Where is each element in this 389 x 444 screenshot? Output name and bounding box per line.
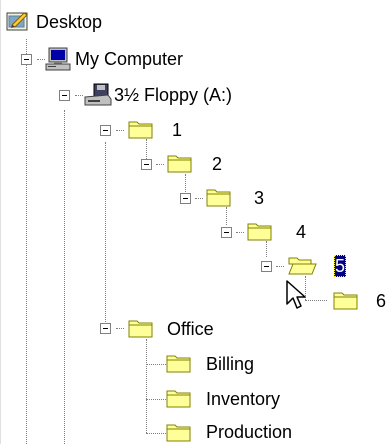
collapse-toggle-folder-1[interactable]	[100, 125, 111, 136]
tree-left-edge	[0, 0, 1, 444]
tree-line	[64, 110, 65, 444]
open-folder-icon	[288, 257, 317, 275]
folder-icon	[333, 292, 358, 310]
tree-line	[75, 95, 83, 96]
folder-tree: Desktop My Computer 3½ Floppy (A:) 1 2 3…	[0, 0, 389, 444]
collapse-toggle-office[interactable]	[100, 323, 111, 334]
tree-item-label: Desktop	[36, 12, 103, 32]
tree-item-label: 3	[254, 188, 265, 208]
collapse-toggle-folder-3[interactable]	[180, 193, 191, 204]
tree-item-label: 4	[296, 222, 307, 242]
tree-line	[146, 139, 147, 159]
folder-icon	[206, 189, 231, 207]
tree-item-label: 3½ Floppy (A:)	[114, 85, 233, 105]
tree-line	[105, 142, 106, 328]
folder-icon	[247, 223, 272, 241]
tree-line	[37, 59, 45, 60]
computer-icon	[45, 47, 71, 71]
tree-line	[146, 339, 147, 433]
collapse-toggle-floppy[interactable]	[59, 90, 70, 101]
folder-icon	[167, 155, 192, 173]
tree-item-label: 1	[172, 120, 183, 140]
tree-item-label: My Computer	[75, 49, 184, 69]
arrow-pointer-icon	[286, 280, 306, 309]
tree-item-label: 2	[212, 154, 223, 174]
tree-item-label: Billing	[206, 354, 255, 374]
tree-line	[146, 399, 166, 400]
tree-line	[146, 364, 166, 365]
folder-icon	[166, 390, 191, 408]
tree-line	[185, 174, 186, 192]
tree-item-label-selected: 5	[334, 255, 347, 277]
tree-item-label: Production	[206, 422, 293, 442]
tree-line	[116, 328, 124, 329]
floppy-drive-icon	[84, 83, 112, 106]
desktop-icon	[6, 12, 28, 31]
tree-line	[26, 39, 27, 444]
tree-item-label: 6	[376, 291, 387, 311]
tree-item-label: Inventory	[206, 389, 281, 409]
tree-line	[276, 266, 284, 267]
tree-line	[195, 198, 203, 199]
folder-icon	[128, 121, 153, 139]
tree-item-label: Office	[167, 319, 214, 339]
tree-line	[116, 130, 124, 131]
folder-icon	[166, 424, 191, 442]
collapse-toggle-folder-4[interactable]	[221, 227, 232, 238]
collapse-toggle-folder-2[interactable]	[141, 159, 152, 170]
folder-icon	[166, 355, 191, 373]
tree-line	[266, 241, 267, 257]
tree-line	[226, 207, 227, 225]
folder-icon	[128, 320, 153, 338]
collapse-toggle-my-computer[interactable]	[21, 54, 32, 65]
collapse-toggle-folder-5[interactable]	[261, 261, 272, 272]
tree-line	[305, 300, 327, 301]
tree-line	[156, 164, 164, 165]
tree-line	[146, 433, 166, 434]
tree-line	[236, 232, 244, 233]
